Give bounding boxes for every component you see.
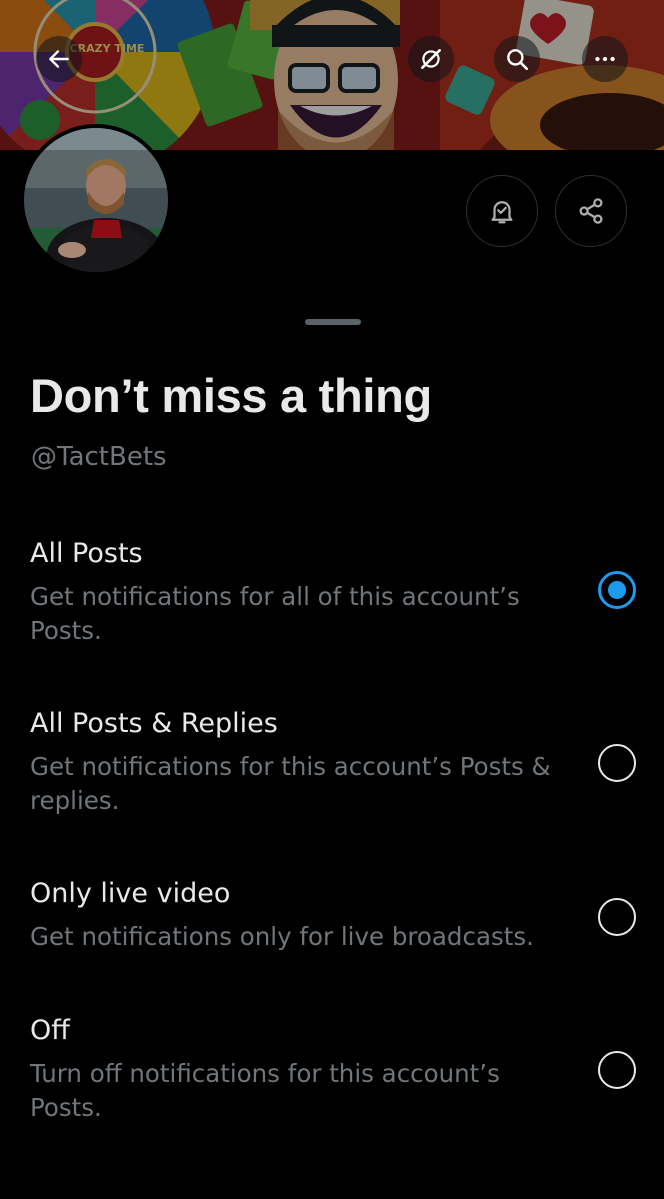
notification-settings-sheet: Don’t miss a thing @TactBets All Posts G… xyxy=(0,300,664,1199)
search-icon xyxy=(507,49,529,71)
avatar[interactable] xyxy=(20,124,172,276)
option-title: All Posts & Replies xyxy=(30,708,278,739)
search-button[interactable] xyxy=(494,36,540,82)
option-description: Get notifications for this account’s Pos… xyxy=(30,752,551,815)
radio-off[interactable] xyxy=(598,1051,636,1089)
more-horizontal-icon xyxy=(595,56,615,62)
option-title: Only live video xyxy=(30,878,231,909)
option-all-posts[interactable]: All Posts Get notifications for all of t… xyxy=(0,538,664,648)
option-title: All Posts xyxy=(30,538,143,569)
profile-screen: CRAZY TIME Don’t miss a thing @TactBets … xyxy=(0,0,664,1199)
share-button[interactable] xyxy=(555,175,627,247)
option-only-live-video[interactable]: Only live video Get notifications only f… xyxy=(0,878,664,958)
option-off[interactable]: Off Turn off notifications for this acco… xyxy=(0,1015,664,1125)
option-description: Get notifications only for live broadcas… xyxy=(30,922,534,951)
sheet-grabber[interactable] xyxy=(305,319,361,325)
option-description: Get notifications for all of this accoun… xyxy=(30,582,520,645)
share-icon xyxy=(579,198,603,224)
more-button[interactable] xyxy=(582,36,628,82)
radio-only-live-video[interactable] xyxy=(598,898,636,936)
radio-all-posts-replies[interactable] xyxy=(598,744,636,782)
grok-button[interactable] xyxy=(408,36,454,82)
account-handle: @TactBets xyxy=(31,442,167,472)
notifications-bell-button[interactable] xyxy=(466,175,538,247)
bell-check-icon xyxy=(491,201,513,224)
sheet-title: Don’t miss a thing xyxy=(30,369,432,422)
option-description: Turn off notifications for this account’… xyxy=(30,1059,500,1122)
grok-icon xyxy=(421,49,441,69)
option-title: Off xyxy=(30,1015,70,1046)
back-button[interactable] xyxy=(36,36,82,82)
avatar-image xyxy=(24,128,168,272)
radio-all-posts[interactable] xyxy=(598,571,636,609)
arrow-left-icon xyxy=(49,50,69,68)
option-all-posts-replies[interactable]: All Posts & Replies Get notifications fo… xyxy=(0,708,664,818)
